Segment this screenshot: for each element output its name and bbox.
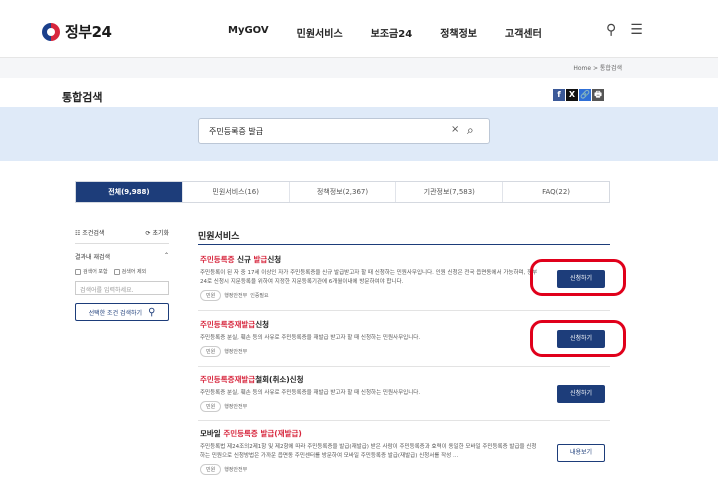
result-description: 주민등록증 분실, 훼손 등의 사유로 주민등록증을 재발급 받고자 할 때 신… xyxy=(200,335,421,341)
refine-search-row[interactable]: 결과내 재검색 ⌃ xyxy=(75,252,169,261)
result-description: 주민등록증 분실, 훼손 등의 사유로 주민등록증을 재발급 받고자 할 때 신… xyxy=(200,390,421,396)
result-description: 주민등록법 제24조의2제1항 및 제2항에 따라 주민등록증을 발급(재발급)… xyxy=(200,444,537,459)
facebook-icon[interactable]: f xyxy=(553,89,565,101)
title-highlight: 주민등록증 xyxy=(223,429,258,438)
title-highlight: 주민등록증 xyxy=(200,375,235,384)
refine-keyword-input[interactable]: 검색어를 입력하세요. xyxy=(75,281,169,295)
taegeuk-logo-icon xyxy=(42,22,60,41)
title-highlight: 발급 xyxy=(241,320,256,329)
auth-required-label: 인증필요 xyxy=(250,293,269,299)
title-text: 신청 xyxy=(267,255,282,264)
logo[interactable]: 정부24 xyxy=(42,21,112,42)
item-divider xyxy=(198,310,610,311)
title-text: 철회(취소)신청 xyxy=(255,375,304,384)
result-tags: 민원 행정안전부 xyxy=(200,401,610,412)
logo-text: 정부24 xyxy=(65,23,112,41)
filter-title-text: 조건검색 xyxy=(82,230,105,237)
highlight-circle xyxy=(530,259,626,296)
category-badge: 민원 xyxy=(200,464,222,475)
menu-icon[interactable]: ☰ xyxy=(630,22,643,38)
tab-faq[interactable]: FAQ(22) xyxy=(503,182,609,202)
print-icon[interactable]: 🖶 xyxy=(592,89,604,101)
result-title[interactable]: 모바일 주민등록증 발급(재발급) xyxy=(200,428,610,439)
search-box: × ⌕ xyxy=(198,118,490,144)
search-icon[interactable]: ⚲ xyxy=(606,22,616,38)
section-title: 민원서비스 xyxy=(198,232,240,242)
checkbox-icon xyxy=(113,268,120,275)
title-text: 모바일 xyxy=(200,429,224,438)
result-title[interactable]: 주민등록증재발급철회(취소)신청 xyxy=(200,374,610,385)
refine-options: 검색어 포함 검색어 제외 xyxy=(75,268,169,275)
apply-button[interactable]: 신청하기 xyxy=(557,385,605,403)
agency-label: 행정안전부 xyxy=(224,467,248,473)
include-keyword-label: 검색어 포함 xyxy=(83,269,108,275)
apply-filter-button[interactable]: 선택한 조건 검색하기 ⚲ xyxy=(75,303,169,321)
result-description: 주민등록이 된 자 중 17세 이상인 자가 주민등록증을 신규 발급받고자 할… xyxy=(200,270,538,285)
filter-reset-text: 초기화 xyxy=(152,230,169,237)
top-navigation: 정부24 MyGOV 민원서비스 보조금24 정책정보 고객센터 ⚲ ☰ xyxy=(0,0,718,58)
title-text: 신규 xyxy=(234,255,254,264)
agency-label: 행정안전부 xyxy=(224,293,248,299)
search-icon: ⚲ xyxy=(148,306,156,318)
chevron-up-icon: ⌃ xyxy=(163,252,169,259)
title-text: 신청 xyxy=(255,320,270,329)
x-icon[interactable]: X xyxy=(566,89,578,101)
tab-civil-service[interactable]: 민원서비스(16) xyxy=(183,182,290,202)
title-highlight: 주민등록증 xyxy=(200,320,235,329)
apply-filter-label: 선택한 조건 검색하기 xyxy=(88,309,143,317)
title-highlight: 발급 xyxy=(260,429,275,438)
exclude-keyword-label: 검색어 제외 xyxy=(121,269,147,275)
tab-all[interactable]: 전체(9,988) xyxy=(76,182,183,202)
breadcrumb-band: Home > 통합검색 xyxy=(0,58,718,78)
category-badge: 민원 xyxy=(200,346,222,357)
include-keyword-checkbox[interactable]: 검색어 포함 xyxy=(75,268,108,275)
page-title: 통합검색 xyxy=(62,91,103,104)
item-divider xyxy=(198,366,610,367)
nav-policy-info[interactable]: 정책정보 xyxy=(440,25,477,40)
exclude-keyword-checkbox[interactable]: 검색어 제외 xyxy=(113,268,147,275)
nav-civil-service[interactable]: 민원서비스 xyxy=(297,25,343,40)
view-details-button[interactable]: 내용보기 xyxy=(557,444,605,462)
item-divider xyxy=(198,420,610,421)
tab-agency-info[interactable]: 기관정보(7,583) xyxy=(396,182,504,202)
search-filter-panel: ☷ 조건검색 ⟳ 초기화 결과내 재검색 ⌃ 검색어 포함 검색어 제외 검색어… xyxy=(75,228,169,321)
title-highlight: (재발급) xyxy=(274,429,302,438)
result-tabs: 전체(9,988) 민원서비스(16) 정책정보(2,367) 기관정보(7,5… xyxy=(75,181,610,203)
title-highlight: 주민등록증 xyxy=(200,255,235,264)
main-nav: MyGOV 민원서비스 보조금24 정책정보 고객센터 xyxy=(228,25,570,40)
nav-subsidy24[interactable]: 보조금24 xyxy=(371,25,413,40)
result-item: 주민등록증재발급철회(취소)신청 주민등록증 분실, 훼손 등의 사유로 주민등… xyxy=(200,374,610,412)
category-badge: 민원 xyxy=(200,290,222,301)
checkbox-icon xyxy=(75,268,81,275)
section-divider xyxy=(198,244,610,245)
search-input[interactable] xyxy=(209,124,439,138)
nav-customer-center[interactable]: 고객센터 xyxy=(505,25,542,40)
highlight-circle xyxy=(530,320,626,357)
search-button-icon[interactable]: ⌕ xyxy=(467,123,474,138)
filter-title: ☷ 조건검색 xyxy=(75,230,105,237)
header-icons: ⚲ ☰ xyxy=(606,22,643,38)
breadcrumb: Home > 통합검색 xyxy=(573,65,622,72)
nav-mygov[interactable]: MyGOV xyxy=(228,25,269,40)
clear-icon[interactable]: × xyxy=(451,124,459,135)
title-highlight: 발급 xyxy=(253,255,268,264)
tab-policy-info[interactable]: 정책정보(2,367) xyxy=(290,182,397,202)
result-tags: 민원 행정안전부 xyxy=(200,464,610,475)
result-item: 모바일 주민등록증 발급(재발급) 주민등록법 제24조의2제1항 및 제2항에… xyxy=(200,428,610,475)
title-highlight: 발급 xyxy=(241,375,256,384)
agency-label: 행정안전부 xyxy=(224,349,248,355)
filter-reset[interactable]: ⟳ 초기화 xyxy=(146,228,170,237)
category-badge: 민원 xyxy=(200,401,222,412)
filter-header: ☷ 조건검색 ⟳ 초기화 xyxy=(75,228,169,244)
share-buttons: f X 🔗 🖶 xyxy=(553,89,604,101)
link-icon[interactable]: 🔗 xyxy=(579,89,591,101)
page: 정부24 MyGOV 민원서비스 보조금24 정책정보 고객센터 ⚲ ☰ Hom… xyxy=(0,0,718,491)
refine-search-label: 결과내 재검색 xyxy=(75,254,111,261)
agency-label: 행정안전부 xyxy=(224,404,248,410)
